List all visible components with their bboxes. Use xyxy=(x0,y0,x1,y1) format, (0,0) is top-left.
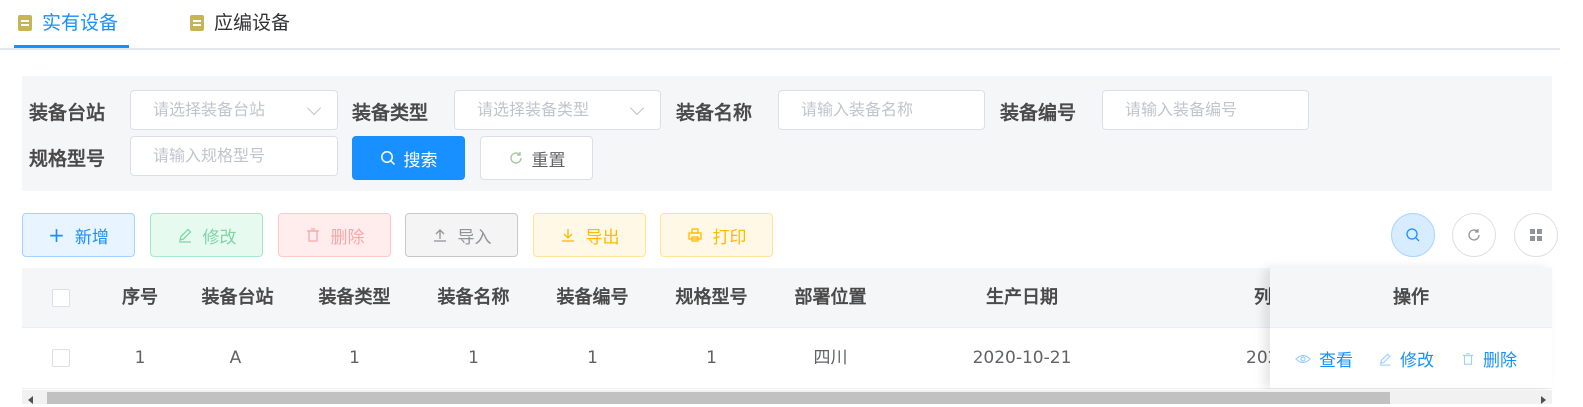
delete-button[interactable]: 删除 xyxy=(278,213,391,257)
edit-button[interactable]: 修改 xyxy=(150,213,263,257)
model-placeholder: 请输入规格型号 xyxy=(153,146,266,165)
export-button[interactable]: 导出 xyxy=(533,213,646,257)
reset-button[interactable]: 重置 xyxy=(480,136,593,180)
active-tab-indicator xyxy=(14,45,129,48)
edit-icon xyxy=(1379,352,1391,366)
model-label: 规格型号 xyxy=(29,148,106,170)
edit-button-label: 修改 xyxy=(202,227,237,248)
tab-label: 应编设备 xyxy=(214,12,291,34)
cell-number: 1 xyxy=(587,348,598,368)
trash-icon xyxy=(1462,352,1474,365)
tab-actual-equipment[interactable]: 实有设备 xyxy=(18,0,118,46)
reset-button-label: 重置 xyxy=(531,150,566,171)
name-label: 装备名称 xyxy=(676,102,753,124)
print-button-label: 打印 xyxy=(712,227,747,248)
eye-icon xyxy=(1295,354,1311,363)
refresh-icon xyxy=(509,152,522,164)
columns-button[interactable] xyxy=(1514,213,1558,257)
view-action[interactable]: 查看 xyxy=(1295,346,1353,371)
search-icon xyxy=(1406,228,1420,242)
trash-icon xyxy=(306,228,319,242)
name-placeholder: 请输入装备名称 xyxy=(801,100,914,119)
header-actions: 操作 xyxy=(1270,268,1552,328)
clipboard-check-icon xyxy=(190,15,204,31)
cell-station: A xyxy=(229,348,242,368)
refresh-button[interactable] xyxy=(1452,213,1496,257)
chevron-down-icon xyxy=(629,100,645,116)
download-icon xyxy=(561,229,574,242)
cell-name: 1 xyxy=(468,348,479,368)
row-checkbox[interactable] xyxy=(52,349,70,367)
number-input[interactable]: 请输入装备编号 xyxy=(1102,90,1309,130)
delete-action[interactable]: 删除 xyxy=(1461,346,1517,371)
print-button[interactable]: 打印 xyxy=(660,213,773,257)
horizontal-scrollbar[interactable] xyxy=(22,390,1552,404)
header-date: 生产日期 xyxy=(986,287,1058,308)
tab-planned-equipment[interactable]: 应编设备 xyxy=(190,0,290,46)
edit-action[interactable]: 修改 xyxy=(1378,346,1434,371)
cell-type: 1 xyxy=(349,348,360,368)
station-select[interactable]: 请选择装备台站 xyxy=(130,90,338,130)
type-label: 装备类型 xyxy=(352,102,429,124)
number-label: 装备编号 xyxy=(1000,102,1077,124)
import-button-label: 导入 xyxy=(457,227,492,248)
export-button-label: 导出 xyxy=(585,227,620,248)
type-placeholder: 请选择装备类型 xyxy=(477,100,590,119)
actions-column: 操作 查看 修改 删除 xyxy=(1270,268,1552,388)
scrollbar-thumb[interactable] xyxy=(47,392,1390,404)
search-icon xyxy=(380,151,395,166)
clipboard-icon xyxy=(18,15,32,31)
cell-location: 四川 xyxy=(813,348,848,368)
delete-action-label: 删除 xyxy=(1483,351,1517,371)
scroll-right-icon[interactable] xyxy=(1541,396,1546,404)
cell-index: 1 xyxy=(134,348,146,368)
refresh-icon xyxy=(1468,229,1480,241)
header-location: 部署位置 xyxy=(794,287,867,308)
upload-icon xyxy=(433,229,446,242)
station-label: 装备台站 xyxy=(29,102,106,124)
header-station: 装备台站 xyxy=(201,287,274,308)
view-action-label: 查看 xyxy=(1319,351,1353,371)
model-input[interactable]: 请输入规格型号 xyxy=(130,136,338,176)
header-index: 序号 xyxy=(122,287,158,308)
header-type: 装备类型 xyxy=(318,287,391,308)
header-number: 装备编号 xyxy=(556,287,629,308)
printer-icon xyxy=(687,228,702,242)
edit-icon xyxy=(178,228,191,243)
type-select[interactable]: 请选择装备类型 xyxy=(454,90,661,130)
name-input[interactable]: 请输入装备名称 xyxy=(778,90,985,130)
search-button[interactable]: 搜索 xyxy=(352,136,465,180)
cell-date: 2020-10-21 xyxy=(972,348,1072,368)
chevron-down-icon xyxy=(306,100,322,116)
delete-button-label: 删除 xyxy=(330,227,365,248)
station-placeholder: 请选择装备台站 xyxy=(153,100,266,119)
toggle-search-button[interactable] xyxy=(1391,213,1435,257)
add-button[interactable]: + 新增 xyxy=(22,213,135,257)
add-button-label: 新增 xyxy=(74,227,109,248)
header-name: 装备名称 xyxy=(437,287,510,308)
equipment-table: 序号 装备台站 装备类型 装备名称 装备编号 规格型号 部署位置 生产日期 列 … xyxy=(22,268,1552,390)
tab-bar: 实有设备 应编设备 xyxy=(0,0,1560,50)
cell-model: 1 xyxy=(706,348,717,368)
import-button[interactable]: 导入 xyxy=(405,213,518,257)
tab-label: 实有设备 xyxy=(42,12,119,34)
edit-action-label: 修改 xyxy=(1400,351,1434,371)
scroll-left-icon[interactable] xyxy=(28,396,33,404)
plus-icon: + xyxy=(48,223,65,247)
select-all-checkbox[interactable] xyxy=(52,289,70,307)
header-model: 规格型号 xyxy=(675,287,748,308)
grid-icon xyxy=(1530,229,1542,241)
search-button-label: 搜索 xyxy=(403,150,438,171)
number-placeholder: 请输入装备编号 xyxy=(1125,100,1238,119)
